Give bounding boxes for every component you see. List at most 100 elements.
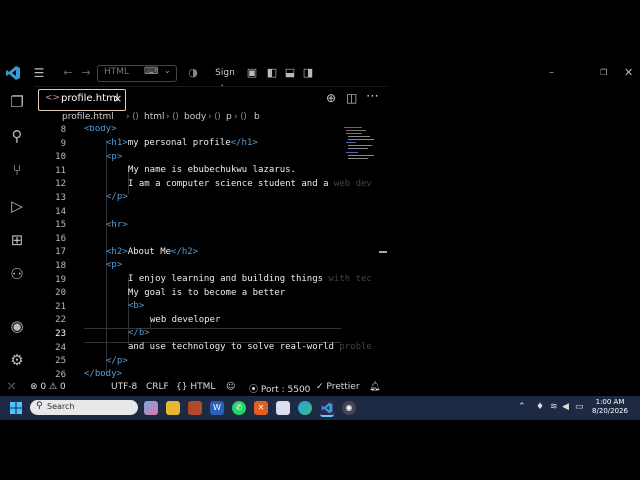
line-number: 16	[55, 233, 66, 244]
explorer-icon[interactable]: ❐	[7, 92, 27, 112]
breadcrumb-body[interactable]: body	[184, 112, 206, 122]
minimap[interactable]	[344, 125, 384, 165]
code-line: My goal is to become a better	[128, 287, 286, 298]
breadcrumb-html[interactable]: html	[144, 112, 165, 122]
code-editor[interactable]: 8 9 10 11 12 13 14 15 16 17 18 19 20 21 …	[34, 125, 387, 380]
globe-icon[interactable]: ⊕	[326, 91, 336, 105]
menu-icon[interactable]: ☰	[32, 65, 46, 81]
code-line: </body>	[84, 369, 122, 379]
whatsapp-icon[interactable]: ✆	[232, 401, 246, 415]
minimize-icon[interactable]: –	[549, 65, 554, 81]
forward-arrow-icon[interactable]: →	[80, 65, 92, 81]
double-check-icon: ✓	[316, 382, 324, 392]
back-arrow-icon[interactable]: ←	[62, 65, 74, 81]
code-line: <h2>About Me</h2>	[106, 247, 198, 257]
text-overflow: proble	[339, 342, 372, 352]
layout-customize-icon[interactable]: ▣	[246, 65, 258, 81]
windows-start-icon[interactable]	[10, 402, 22, 414]
text-overflow: web dev	[333, 178, 372, 189]
prettier-label: Prettier	[326, 382, 360, 392]
battery-icon[interactable]: ▭	[575, 402, 584, 412]
tag: <b>	[128, 301, 145, 312]
line-number: 14	[55, 206, 66, 217]
line-number: 9	[60, 138, 66, 149]
breadcrumb-file[interactable]: profile.html	[62, 112, 114, 122]
source-control-icon[interactable]: ⑂	[7, 160, 27, 180]
text: and use technology to solve real-world	[128, 342, 340, 352]
remote-icon[interactable]: ⤫	[8, 382, 15, 392]
editor-tab-bar: <> profile.html × ⊕ ◫ ⋯	[34, 86, 387, 111]
braces-icon: {}	[176, 382, 188, 392]
scrollbar-marker[interactable]	[379, 251, 387, 253]
close-icon[interactable]: ✕	[624, 65, 633, 81]
edge-icon[interactable]	[298, 401, 312, 415]
copilot-icon[interactable]: ◑	[186, 65, 200, 81]
chat-icon[interactable]: ⌨	[144, 66, 158, 77]
chevron-right-icon: ›	[208, 112, 212, 122]
account-icon[interactable]: ◉	[7, 316, 27, 336]
vscode-logo-icon[interactable]	[5, 65, 21, 81]
text: About Me	[127, 246, 172, 257]
clock-time[interactable]: 1:00 AM	[590, 398, 630, 406]
tag: </p>	[106, 192, 128, 203]
microphone-icon[interactable]: ♦	[536, 402, 544, 412]
vscode-taskbar-icon[interactable]	[320, 401, 334, 417]
photos-app-icon[interactable]	[188, 401, 202, 415]
split-editor-icon[interactable]: ◫	[346, 91, 357, 105]
xampp-icon[interactable]: ✕	[254, 401, 268, 415]
run-debug-icon[interactable]: ▷	[7, 196, 27, 216]
line-number: 11	[55, 165, 66, 176]
search-icon[interactable]: ⚲	[7, 126, 27, 146]
more-actions-icon[interactable]: ⋯	[366, 89, 379, 104]
taskbar-search[interactable]: ⚲ Search	[30, 400, 138, 415]
tag: </h1>	[230, 138, 258, 148]
code-line: I enjoy learning and building things wit…	[128, 274, 372, 284]
encoding-button[interactable]: UTF-8	[111, 382, 137, 392]
breadcrumb-p[interactable]: p	[226, 112, 232, 122]
clock-date[interactable]: 8/20/2026	[586, 407, 634, 415]
copilot-app-icon[interactable]	[144, 401, 158, 415]
word-icon[interactable]: W	[210, 401, 224, 415]
code-line: <b>	[128, 301, 144, 311]
line-number: 19	[55, 274, 66, 285]
tag: </h2>	[171, 246, 199, 257]
extensions-icon[interactable]: ⊞	[7, 230, 27, 250]
line-number: 15	[55, 220, 66, 231]
python-icon[interactable]: ⚇	[7, 264, 27, 284]
tab-profile-html[interactable]: <> profile.html ×	[38, 89, 126, 111]
notifications-bell-icon[interactable]: 🔔︎	[369, 382, 380, 392]
copilot-status-icon[interactable]: ☺	[226, 382, 235, 392]
chevron-right-icon: ›	[166, 112, 170, 122]
problems-indicator[interactable]: ⊗ 0 ⚠ 0	[30, 382, 66, 392]
maximize-icon[interactable]: ❐	[600, 65, 607, 81]
prettier-button[interactable]: ✓ Prettier	[316, 382, 360, 392]
line-number: 8	[60, 125, 66, 135]
title-bar: ☰ ← → HTML ⌨ ⌄ ◑ Sign In ▣ ◧ ⬓ ◨ – ❐ ✕	[0, 62, 640, 94]
file-explorer-icon[interactable]	[166, 401, 180, 415]
settings-gear-icon[interactable]: ⚙	[7, 350, 27, 370]
line-number-active: 23	[55, 329, 66, 339]
wifi-icon[interactable]: ≋	[550, 402, 558, 412]
code-line: web developer	[150, 314, 221, 325]
chevron-down-icon[interactable]: ⌄	[164, 66, 171, 75]
sign-in-button[interactable]: Sign In	[210, 65, 240, 94]
line-number: 24	[55, 342, 66, 353]
eol-button[interactable]: CRLF	[146, 382, 169, 392]
tab-close-icon[interactable]: ×	[113, 92, 122, 105]
language-mode-button[interactable]: {} HTML	[176, 382, 215, 392]
code-line: I am a computer science student and a we…	[128, 179, 372, 189]
volume-icon[interactable]: ◀︎	[562, 402, 569, 412]
element-icon: ⟨⟩	[132, 112, 140, 122]
command-center[interactable]: HTML ⌨ ⌄	[97, 65, 177, 82]
code-line: </b>	[128, 328, 150, 338]
code-line: <body>	[84, 125, 117, 134]
toggle-panel-icon[interactable]: ⬓	[284, 65, 296, 81]
tag: </b>	[128, 328, 150, 339]
live-server-button[interactable]: ⦿ Port : 5500	[249, 382, 310, 395]
chrome-icon[interactable]: ◉	[342, 401, 356, 415]
tray-chevron-up-icon[interactable]: ⌃	[518, 402, 526, 412]
toggle-secondary-sidebar-icon[interactable]: ◨	[302, 65, 314, 81]
toggle-sidebar-icon[interactable]: ◧	[266, 65, 278, 81]
breadcrumb-b[interactable]: b	[254, 112, 260, 122]
notepad-icon[interactable]	[276, 401, 290, 415]
